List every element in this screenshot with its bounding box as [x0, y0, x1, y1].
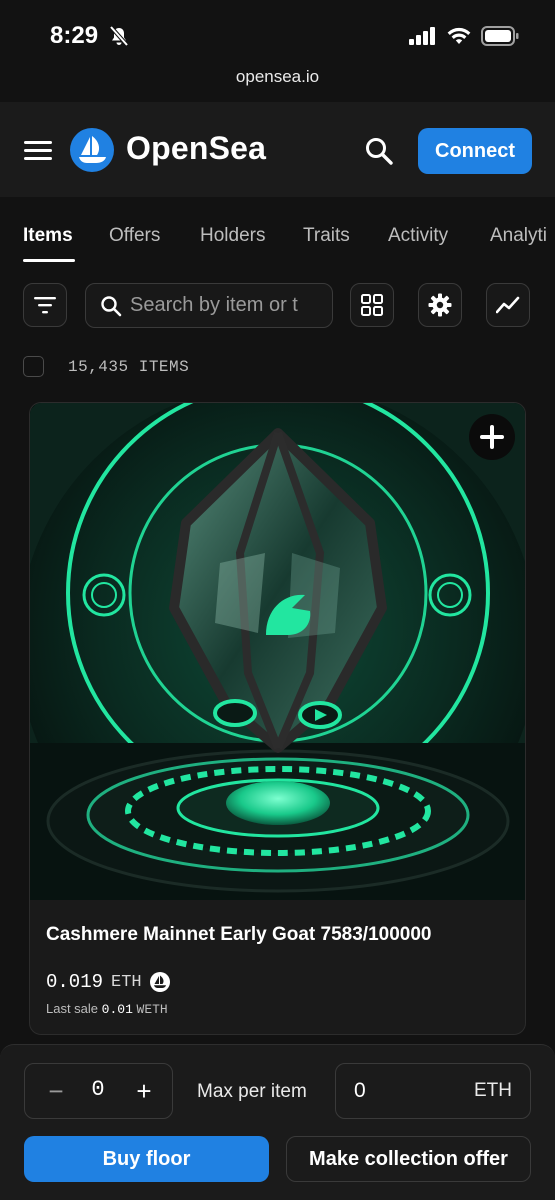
quantity-value[interactable]: 0	[83, 1077, 113, 1102]
nft-card[interactable]: Cashmere Mainnet Early Goat 7583/100000 …	[29, 402, 526, 1035]
last-sale-value: 0.01	[101, 1002, 133, 1017]
bell-off-icon	[109, 25, 129, 47]
decrease-quantity-button[interactable]: −	[43, 1074, 69, 1108]
max-price-unit: ETH	[474, 1080, 512, 1101]
purchase-panel: − 0 + Max per item ETH Buy floor Make co…	[0, 1044, 555, 1200]
filter-button[interactable]	[23, 283, 67, 327]
max-per-item-label: Max per item	[197, 1081, 307, 1102]
opensea-logo-icon[interactable]	[70, 128, 114, 172]
price-row: 0.019 ETH	[46, 971, 170, 993]
wifi-icon	[447, 27, 471, 44]
active-tab-indicator	[23, 259, 75, 262]
trend-line-icon	[496, 296, 520, 314]
battery-icon	[481, 26, 519, 46]
nft-price: 0.019	[46, 971, 104, 993]
item-search-input[interactable]	[130, 284, 330, 327]
last-sale-label: Last sale	[46, 1001, 99, 1016]
tab-holders[interactable]: Holders	[200, 225, 265, 247]
buy-floor-button[interactable]: Buy floor	[24, 1136, 269, 1182]
plus-icon	[480, 425, 504, 449]
connect-button[interactable]: Connect	[418, 128, 532, 174]
select-all-checkbox[interactable]	[23, 356, 44, 377]
item-search-field[interactable]	[85, 283, 333, 328]
url-bar[interactable]: opensea.io	[0, 67, 555, 87]
quantity-stepper: − 0 +	[24, 1063, 173, 1119]
last-sale-currency: WETH	[136, 1002, 168, 1017]
status-bar: 8:29 opensea.io	[0, 0, 555, 102]
filter-icon	[34, 297, 56, 314]
analytics-chart-button[interactable]	[486, 283, 530, 327]
grid-icon	[361, 294, 383, 316]
search-icon[interactable]	[364, 136, 394, 166]
grid-view-button[interactable]	[350, 283, 394, 327]
hamburger-menu-icon[interactable]	[24, 139, 52, 161]
tab-items[interactable]: Items	[23, 225, 73, 247]
collection-tabs: Items Offers Holders Traits Activity Ana…	[0, 197, 555, 267]
tab-analytics[interactable]: Analyti	[490, 225, 547, 247]
max-price-field[interactable]: ETH	[335, 1063, 531, 1119]
status-indicators	[409, 26, 519, 46]
tab-activity[interactable]: Activity	[388, 225, 448, 247]
last-sale: Last sale 0.01 WETH	[46, 1001, 168, 1017]
search-icon	[101, 296, 122, 317]
make-collection-offer-button[interactable]: Make collection offer	[286, 1136, 531, 1182]
tab-traits[interactable]: Traits	[303, 225, 350, 247]
clock: 8:29	[50, 22, 99, 49]
nft-title[interactable]: Cashmere Mainnet Early Goat 7583/100000	[46, 924, 431, 946]
gear-icon	[428, 293, 452, 317]
items-count: 15,435 ITEMS	[68, 358, 190, 376]
tab-offers[interactable]: Offers	[109, 225, 160, 247]
top-nav: OpenSea Connect	[0, 102, 555, 197]
brand-name[interactable]: OpenSea	[126, 130, 266, 167]
max-price-input[interactable]	[354, 1064, 464, 1118]
price-currency: ETH	[111, 972, 142, 992]
signal-icon	[409, 27, 435, 45]
add-to-cart-button[interactable]	[469, 414, 515, 460]
settings-button[interactable]	[418, 283, 462, 327]
opensea-marketplace-icon	[149, 972, 170, 992]
nft-image[interactable]	[30, 403, 525, 900]
increase-quantity-button[interactable]: +	[131, 1074, 157, 1108]
